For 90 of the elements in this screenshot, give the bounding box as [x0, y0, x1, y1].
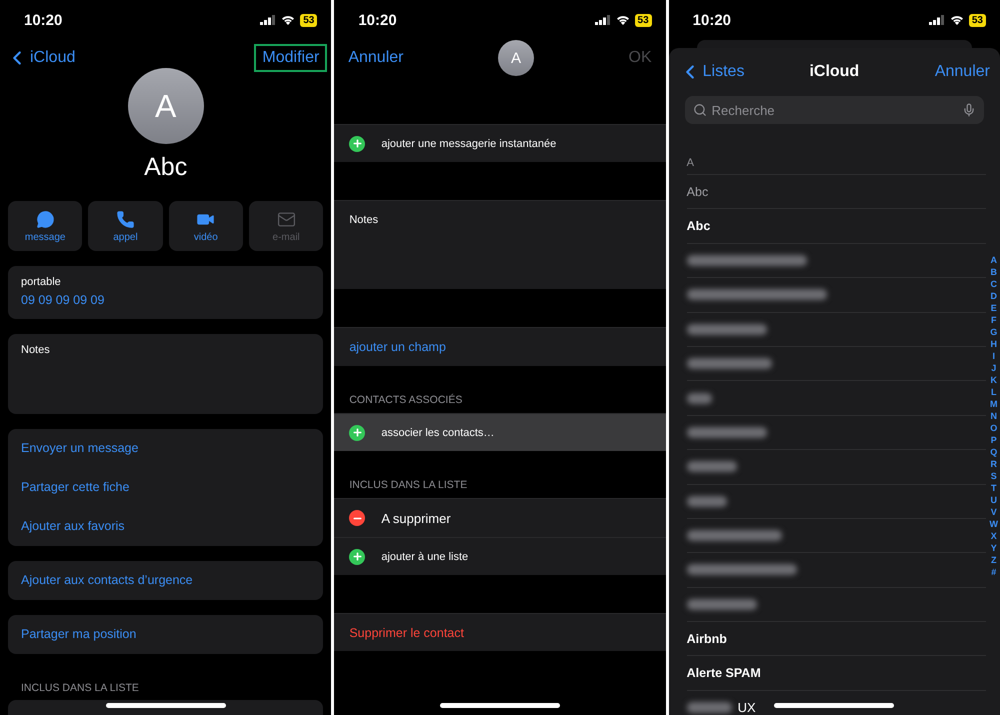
- blurred-name: [686, 461, 737, 472]
- speech-bubble-icon: [36, 210, 55, 228]
- battery-indicator: 53: [634, 14, 652, 26]
- delete-contact-button[interactable]: Supprimer le contact: [334, 613, 666, 651]
- wifi-icon: [950, 15, 964, 25]
- action-button[interactable]: appel: [88, 201, 163, 251]
- search-input[interactable]: Recherche: [712, 102, 957, 118]
- index-letter[interactable]: X: [990, 530, 997, 542]
- notes-field[interactable]: Notes: [334, 200, 666, 289]
- blurred-name: [686, 598, 757, 610]
- phone-number-link[interactable]: 09 09 09 09 09: [21, 293, 310, 307]
- index-letter[interactable]: N: [990, 410, 997, 422]
- index-letter[interactable]: M: [990, 398, 998, 410]
- section-header: INCLUS DANS LA LISTE: [348, 478, 468, 493]
- index-letter[interactable]: W: [989, 518, 998, 530]
- index-letter[interactable]: P: [990, 434, 997, 446]
- cancel-button[interactable]: Annuler: [348, 49, 404, 67]
- index-letter[interactable]: Q: [990, 446, 998, 458]
- plus-icon: [349, 548, 366, 564]
- phone-icon: [116, 210, 135, 228]
- action-button[interactable]: message: [8, 201, 82, 251]
- blurred-name: [686, 392, 712, 404]
- index-letter[interactable]: H: [990, 338, 997, 350]
- avatar: A: [128, 68, 204, 144]
- index-letter[interactable]: A: [990, 254, 997, 266]
- section-header: INCLUS DANS LA LISTE: [20, 681, 140, 696]
- index-letter[interactable]: D: [990, 290, 997, 302]
- action-button[interactable]: vidéo: [168, 201, 243, 251]
- index-letter[interactable]: C: [990, 278, 997, 290]
- blurred-name: [686, 496, 727, 507]
- index-letter[interactable]: J: [991, 362, 996, 374]
- phone-label: portable: [21, 276, 62, 288]
- minus-icon: [349, 510, 366, 526]
- battery-indicator: 53: [968, 14, 986, 26]
- notes-label: Notes: [21, 344, 51, 356]
- index-letter[interactable]: I: [992, 350, 995, 362]
- index-letter[interactable]: U: [990, 494, 997, 506]
- status-time: 10:20: [358, 12, 398, 28]
- section-header: CONTACTS ASSOCIÉS: [348, 392, 464, 408]
- index-letter[interactable]: Z: [990, 554, 996, 566]
- contact-name: Abc: [144, 153, 188, 182]
- add-row[interactable]: associer les contacts…: [334, 413, 666, 451]
- section-letter: A: [686, 124, 986, 175]
- index-letter[interactable]: O: [990, 422, 998, 434]
- search-field[interactable]: Recherche: [684, 96, 984, 124]
- edit-button[interactable]: Modifier: [254, 44, 328, 72]
- index-letter[interactable]: V: [990, 506, 997, 518]
- envelope-icon: [276, 210, 296, 228]
- status-time: 10:20: [24, 12, 64, 28]
- contact-name[interactable]: Alerte SPAM: [686, 666, 761, 680]
- back-link[interactable]: Listes: [678, 61, 810, 83]
- index-letter[interactable]: F: [990, 314, 996, 326]
- remove-row[interactable]: A supprimer: [334, 498, 666, 537]
- index-letter[interactable]: K: [990, 374, 997, 386]
- status-time: 10:20: [692, 12, 732, 28]
- index-letter[interactable]: B: [990, 266, 997, 278]
- contact-name[interactable]: Abc: [686, 219, 710, 234]
- microphone-icon: [962, 103, 976, 117]
- battery-indicator: 53: [300, 14, 318, 26]
- index-letter[interactable]: Y: [990, 542, 997, 554]
- index-letter[interactable]: E: [990, 302, 997, 314]
- wifi-icon: [281, 15, 296, 25]
- index-letter[interactable]: R: [990, 458, 997, 470]
- add-row[interactable]: ajouter à une liste: [334, 537, 666, 575]
- cancel-button[interactable]: Annuler: [934, 63, 990, 81]
- avatar: A: [498, 40, 534, 76]
- add-field-link[interactable]: ajouter un champ: [334, 327, 666, 366]
- back-link[interactable]: iCloud: [6, 47, 76, 69]
- index-letter[interactable]: S: [990, 470, 997, 482]
- index-letter[interactable]: T: [990, 482, 996, 494]
- search-icon: [692, 103, 707, 117]
- action-link[interactable]: Partager ma position: [8, 615, 324, 654]
- signal-icon: [928, 15, 945, 25]
- plus-icon: [349, 136, 366, 152]
- blurred-name: [686, 702, 732, 714]
- wifi-icon: [616, 15, 630, 25]
- action-link[interactable]: Partager cette fiche: [8, 468, 324, 507]
- contact-name[interactable]: Airbnb: [686, 632, 727, 646]
- action-link[interactable]: Ajouter aux contacts d’urgence: [8, 561, 324, 600]
- index-letter[interactable]: L: [990, 386, 996, 398]
- index-letter[interactable]: G: [990, 326, 998, 338]
- add-row[interactable]: ajouter une messagerie instantanée: [334, 124, 666, 162]
- sheet-title: iCloud: [809, 63, 860, 81]
- name-fragment: UX: [738, 700, 756, 715]
- signal-icon: [594, 15, 611, 25]
- index-letter[interactable]: #: [991, 566, 996, 578]
- action-link[interactable]: Ajouter aux favoris: [8, 507, 324, 546]
- signal-icon: [260, 15, 276, 25]
- action-link[interactable]: Envoyer un message: [8, 429, 324, 468]
- plus-icon: [349, 424, 366, 440]
